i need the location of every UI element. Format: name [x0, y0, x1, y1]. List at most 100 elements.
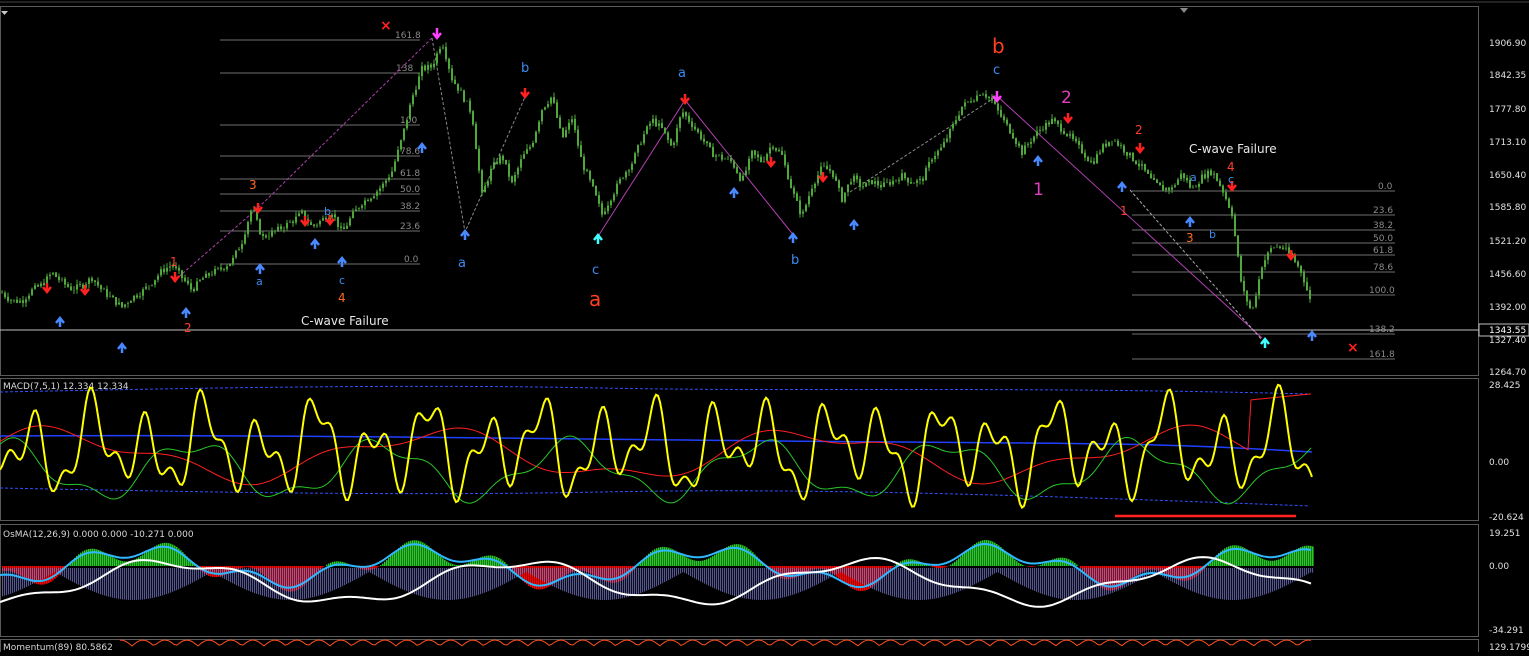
- osma-signal-bar: [1310, 568, 1311, 573]
- osma-signal-bar: [1010, 568, 1011, 579]
- osma-bar: [710, 557, 712, 566]
- osma-signal-bar: [462, 568, 463, 599]
- osma-signal-bar: [228, 568, 229, 581]
- osma-signal-bar: [592, 568, 593, 599]
- osma-signal-bar: [738, 568, 739, 597]
- osma-signal-bar: [80, 568, 81, 586]
- osma-signal-bar: [806, 568, 807, 589]
- osma-bar: [1312, 546, 1314, 566]
- osma-signal-bar: [1252, 568, 1253, 598]
- osma-signal-bar: [366, 568, 367, 573]
- osma-signal-bar: [328, 568, 329, 592]
- osma-histogram: [2, 540, 1314, 600]
- osma-signal-bar: [448, 568, 449, 600]
- osma-signal-bar: [52, 568, 53, 573]
- osma-signal-bar: [26, 568, 27, 587]
- osma-signal-bar: [982, 568, 983, 580]
- osma-signal-bar: [114, 568, 115, 598]
- osma-bar: [444, 560, 446, 566]
- osma-signal-bar: [734, 568, 735, 596]
- osma-bar: [138, 557, 140, 566]
- osma-signal-bar: [1154, 568, 1155, 572]
- osma-bar: [54, 566, 56, 579]
- osma-bar: [392, 554, 394, 566]
- osma-signal-bar: [292, 568, 293, 600]
- osma-signal-bar: [1122, 568, 1123, 589]
- osma-signal-bar: [178, 568, 179, 589]
- osma-signal-bar: [1050, 568, 1051, 596]
- down-arrow-icon: [521, 88, 529, 97]
- osma-signal-bar: [340, 568, 341, 587]
- osma-signal-bar: [530, 568, 531, 575]
- osma-signal-bar: [382, 568, 383, 580]
- osma-signal-bar: [164, 568, 165, 595]
- osma-signal-bar: [368, 568, 369, 572]
- osma-title: OsMA(12,26,9) 0.000 0.000 -10.271 0.000: [3, 530, 194, 540]
- osma-signal-bar: [162, 568, 163, 595]
- osma-signal-bar: [504, 568, 505, 584]
- wave-labels: 1 2 3 4 a b c a b c a b c a b 1 2 2 1 3 …: [170, 34, 1235, 335]
- osma-signal-bar: [132, 568, 133, 600]
- osma-signal-bar: [308, 568, 309, 598]
- osma-signal-bar: [1216, 568, 1217, 599]
- osma-bar: [382, 564, 384, 566]
- osma-signal-bar: [1140, 568, 1141, 580]
- osma-signal-bar: [686, 568, 687, 574]
- osma-signal-bar: [1034, 568, 1035, 591]
- osma-bar: [148, 550, 150, 566]
- osma-signal-bar: [190, 568, 191, 584]
- osma-signal-bar: [314, 568, 315, 597]
- osma-bar: [722, 549, 724, 566]
- osma-signal-bar: [418, 568, 419, 595]
- osma-signal-bar: [156, 568, 157, 597]
- panel-menu-icon[interactable]: [1, 11, 8, 15]
- osma-signal-bar: [896, 568, 897, 597]
- osma-signal-bar: [1298, 568, 1299, 579]
- osma-signal-bar: [1188, 568, 1189, 590]
- chart-canvas[interactable]: 161.8 138 100 78.6 61.8 50.0 38.2 23.6 0…: [0, 0, 1529, 652]
- osma-signal-bar: [996, 568, 997, 572]
- osma-signal-bar: [604, 568, 605, 600]
- osma-signal-bar: [142, 568, 143, 600]
- osma-signal-bar: [72, 568, 73, 582]
- osma-bar: [1012, 558, 1014, 566]
- osma-signal-bar: [6, 568, 7, 595]
- up-arrow-icon: [56, 318, 64, 327]
- osma-signal-bar: [674, 568, 675, 577]
- macd-tick: 28.425: [1489, 381, 1521, 391]
- osma-signal-bar: [1040, 568, 1041, 593]
- osma-bar: [946, 566, 948, 567]
- osma-signal-bar: [610, 568, 611, 600]
- osma-bar: [720, 551, 722, 566]
- osma-signal-bar: [702, 568, 703, 583]
- osma-signal-bar: [172, 568, 173, 592]
- scroll-marker-icon[interactable]: [1180, 8, 1188, 13]
- osma-signal-bar: [1172, 568, 1173, 582]
- osma-signal-bar: [728, 568, 729, 594]
- fib-left-labels: 161.8 138 100 78.6 61.8 50.0 38.2 23.6 0…: [395, 31, 421, 265]
- osma-signal-bar: [940, 568, 941, 597]
- osma-signal-bar: [1092, 568, 1093, 598]
- osma-signal-bar: [820, 568, 821, 583]
- osma-signal-bar: [990, 568, 991, 576]
- osma-bar: [704, 560, 706, 566]
- osma-signal-bar: [584, 568, 585, 598]
- osma-bar: [960, 556, 962, 566]
- osma-signal-bar: [100, 568, 101, 594]
- osma-signal-bar: [56, 568, 57, 573]
- osma-signal-bar: [1106, 568, 1107, 595]
- osma-bar: [1252, 553, 1254, 566]
- osma-signal-bar: [1120, 568, 1121, 590]
- osma-signal-bar: [846, 568, 847, 576]
- osma-bar: [944, 566, 946, 567]
- osma-signal-bar: [988, 568, 989, 577]
- osma-signal-bar: [544, 568, 545, 582]
- osma-signal-bar: [1146, 568, 1147, 576]
- up-arrow-icon: [789, 234, 797, 243]
- osma-signal-bar: [568, 568, 569, 593]
- osma-signal-bar: [766, 568, 767, 600]
- osma-bar: [1280, 559, 1282, 566]
- osma-signal-bar: [90, 568, 91, 590]
- osma-signal-bar: [1168, 568, 1169, 580]
- osma-signal-bar: [660, 568, 661, 584]
